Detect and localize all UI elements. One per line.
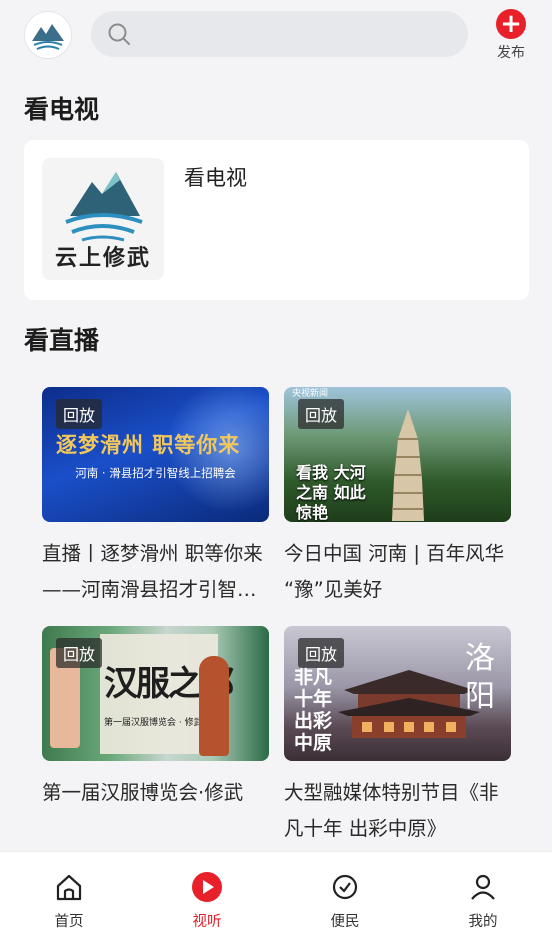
thumbnail-tag: 央视新闻 (292, 389, 329, 399)
live-thumbnail: 汉服之都 第一届汉服博览会 · 修武 回放 (42, 626, 269, 761)
publish-label: 发布 (497, 45, 525, 61)
tv-channel-card[interactable]: 云上修武 看电视 (24, 140, 529, 300)
nav-item-home[interactable]: 首页 (34, 870, 104, 931)
thumbnail-subtitle: 第一届汉服博览会 · 修武 (104, 718, 203, 728)
user-icon (466, 870, 500, 904)
nav-label: 视听 (192, 914, 222, 930)
thumbnail-headline: 洛阳 (465, 641, 495, 714)
thumbnail-subtitle: 河南 · 滑县招才引智线上招聘会 (75, 466, 236, 480)
nav-item-profile[interactable]: 我的 (448, 870, 518, 931)
replay-badge: 回放 (56, 399, 103, 429)
pagoda-icon (392, 409, 424, 521)
home-icon (52, 870, 86, 904)
search-icon (108, 23, 130, 45)
live-section-title: 看直播 (24, 326, 100, 355)
nav-item-watch[interactable]: 视听 (172, 870, 242, 931)
tv-logo-text: 云上修武 (54, 245, 151, 271)
live-thumbnail: 逐梦滑州 职等你来 河南 · 滑县招才引智线上招聘会 回放 (42, 387, 269, 522)
publish-button[interactable]: + 发布 (489, 9, 533, 65)
thumbnail-headline: 看我 大河之南 如此惊艳 (296, 463, 366, 522)
hanfu-figure (199, 656, 229, 756)
nav-label: 便民 (330, 914, 360, 930)
replay-badge: 回放 (56, 638, 103, 668)
tv-channel-logo: 云上修武 (42, 158, 164, 280)
nav-item-service[interactable]: 便民 (310, 870, 380, 931)
play-icon (190, 870, 224, 904)
live-thumbnail: 非凡十年 出彩中原 洛阳 回放 (284, 626, 511, 761)
app-logo[interactable] (24, 11, 72, 59)
search-input[interactable] (141, 11, 451, 57)
replay-badge: 回放 (298, 638, 345, 668)
live-card[interactable]: 非凡十年 出彩中原 洛阳 回放 大型融媒体特别节目《非凡十年 出彩中原》 (284, 626, 511, 847)
live-card-title: 第一届汉服博览会·修武 (42, 781, 244, 804)
tv-section-title: 看电视 (24, 95, 100, 124)
mountain-logo-icon (32, 24, 64, 50)
live-card-title: 今日中国 河南 | 百年风华 “豫”见美好 (284, 542, 505, 601)
search-bar[interactable] (91, 11, 468, 57)
plus-icon: + (496, 9, 526, 39)
nav-label: 首页 (54, 914, 84, 930)
nav-label: 我的 (468, 914, 498, 930)
live-card-title: 大型融媒体特别节目《非凡十年 出彩中原》 (284, 781, 499, 840)
bottom-nav: 首页 视听 便民 我的 (0, 851, 552, 951)
thumbnail-calligraphy: 非凡十年 出彩中原 (294, 666, 333, 754)
service-icon (328, 870, 362, 904)
replay-badge: 回放 (298, 399, 345, 429)
live-card[interactable]: 汉服之都 第一届汉服博览会 · 修武 回放 第一届汉服博览会·修武 (42, 626, 269, 811)
temple-hall-icon (338, 670, 480, 738)
live-card-title: 直播丨逐梦滑州 职等你来——河南滑县招才引智线上招聘会 (42, 542, 263, 601)
live-card[interactable]: 逐梦滑州 职等你来 河南 · 滑县招才引智线上招聘会 回放 直播丨逐梦滑州 职等… (42, 387, 269, 608)
mountain-river-icon (65, 172, 143, 242)
live-thumbnail: 央视新闻 看我 大河之南 如此惊艳 回放 (284, 387, 511, 522)
live-card[interactable]: 央视新闻 看我 大河之南 如此惊艳 回放 今日中国 河南 | 百年风华 “豫”见… (284, 387, 511, 608)
top-bar: + 发布 (0, 0, 552, 72)
thumbnail-headline: 逐梦滑州 职等你来 (56, 433, 241, 457)
tv-channel-name: 看电视 (184, 166, 247, 190)
